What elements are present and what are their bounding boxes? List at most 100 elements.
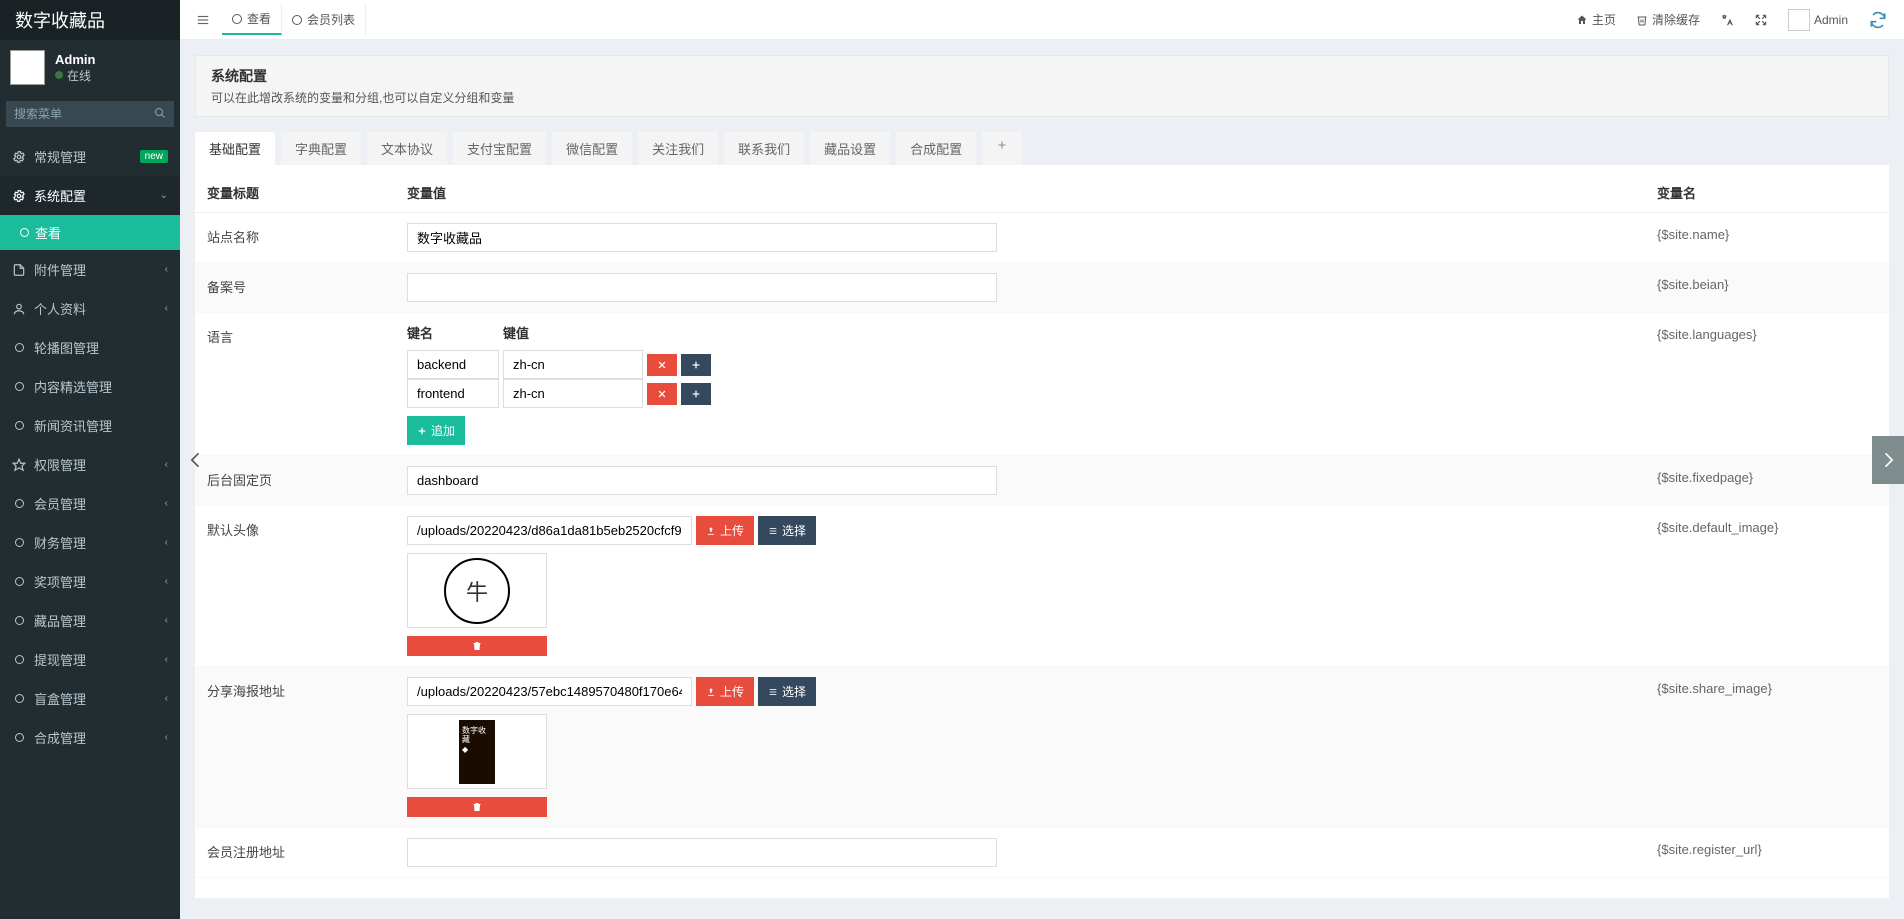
circle-icon [232,14,242,24]
sidebar-item-label: 轮播图管理 [34,338,99,357]
sidebar-item-0[interactable]: 常规管理new [0,137,180,176]
topbar: 查看会员列表 主页 清除缓存 Admin [180,0,1904,40]
sidebar-menu: 常规管理new系统配置⌄查看附件管理‹个人资料‹轮播图管理内容精选管理新闻资讯管… [0,137,180,757]
panel-title: 系统配置 [211,66,1873,86]
circ-icon [12,340,26,355]
default-image-input[interactable] [407,516,692,545]
language-icon[interactable] [1712,13,1742,27]
sync-icon[interactable] [1860,10,1896,30]
chevron-icon: ‹ [165,498,168,509]
config-tab-0[interactable]: 基础配置 [195,132,275,165]
config-tab-4[interactable]: 微信配置 [552,132,632,165]
config-tab-1[interactable]: 字典配置 [281,132,361,165]
next-arrow[interactable] [1872,436,1904,484]
config-tabs: 基础配置字典配置文本协议支付宝配置微信配置关注我们联系我们藏品设置合成配置 [195,132,1889,165]
hamburger-icon[interactable] [188,9,218,31]
sidebar-item-label: 权限管理 [34,455,86,474]
kv-row-1 [407,379,1307,408]
clear-cache-link[interactable]: 清除缓存 [1628,11,1708,28]
kv-value-input[interactable] [503,350,643,379]
register-url-input[interactable] [407,838,997,867]
submenu-item-0[interactable]: 查看 [0,215,180,250]
share-image-input[interactable] [407,677,692,706]
insert-kv-button[interactable] [681,354,711,376]
sidebar-item-2[interactable]: 附件管理‹ [0,250,180,289]
config-tab-3[interactable]: 支付宝配置 [453,132,546,165]
kv-row-0 [407,350,1307,379]
sidebar-item-5[interactable]: 内容精选管理 [0,367,180,406]
config-tab-7[interactable]: 藏品设置 [810,132,890,165]
sidebar-item-10[interactable]: 奖项管理‹ [0,562,180,601]
sidebar-item-label: 新闻资讯管理 [34,416,112,435]
kv-value-input[interactable] [503,379,643,408]
circ-icon [12,535,26,550]
config-tab-2[interactable]: 文本协议 [367,132,447,165]
sidebar-item-7[interactable]: 权限管理‹ [0,445,180,484]
site-name-input[interactable] [407,223,997,252]
row-beian: 备案号 {$site.beian} [195,263,1889,313]
fullscreen-icon[interactable] [1746,13,1776,27]
home-link[interactable]: 主页 [1568,11,1624,28]
sidebar-item-4[interactable]: 轮播图管理 [0,328,180,367]
top-tab-1[interactable]: 会员列表 [282,4,366,35]
config-tab-5[interactable]: 关注我们 [638,132,718,165]
insert-kv-button[interactable] [681,383,711,405]
config-tab-6[interactable]: 联系我们 [724,132,804,165]
content: 系统配置 可以在此增改系统的变量和分组,也可以自定义分组和变量 基础配置字典配置… [180,40,1904,919]
avatar [10,50,45,85]
sidebar-item-3[interactable]: 个人资料‹ [0,289,180,328]
sidebar-item-8[interactable]: 会员管理 ‹ [0,484,180,523]
col-title: 变量标题 [207,183,407,202]
sidebar-item-1[interactable]: 系统配置⌄ [0,176,180,215]
remove-kv-button[interactable] [647,383,677,405]
upload-button[interactable]: 上传 [696,516,754,545]
kv-key-input[interactable] [407,350,499,379]
circ-icon [12,691,26,706]
delete-share-image-button[interactable] [407,797,547,817]
user-icon [12,302,26,316]
choose-button-2[interactable]: 选择 [758,677,816,706]
col-value: 变量值 [407,183,1657,202]
cogs-icon [12,150,26,164]
chevron-icon: ‹ [165,537,168,548]
user-menu[interactable]: Admin [1780,9,1856,31]
sidebar-item-13[interactable]: 盲盒管理‹ [0,679,180,718]
sidebar-item-12[interactable]: 提现管理‹ [0,640,180,679]
file-icon [12,263,26,277]
cogs-icon [12,189,26,203]
prev-arrow[interactable] [180,436,212,484]
chevron-icon: ‹ [165,654,168,665]
chevron-icon: ⌄ [160,190,168,201]
upload-button-2[interactable]: 上传 [696,677,754,706]
sidebar-item-14[interactable]: 合成管理 ‹ [0,718,180,757]
search-input[interactable] [6,101,174,127]
remove-kv-button[interactable] [647,354,677,376]
sidebar-item-label: 附件管理 [34,260,86,279]
top-tab-0[interactable]: 查看 [222,4,282,35]
beian-input[interactable] [407,273,997,302]
main: 查看会员列表 主页 清除缓存 Admin [180,0,1904,919]
panel-desc: 可以在此增改系统的变量和分组,也可以自定义分组和变量 [211,89,1873,106]
add-tab-button[interactable] [982,132,1022,165]
sidebar-item-label: 会员管理 [34,494,86,513]
sidebar-item-label: 合成管理 [34,728,86,747]
delete-default-image-button[interactable] [407,636,547,656]
sidebar-item-label: 奖项管理 [34,572,86,591]
fixedpage-input[interactable] [407,466,997,495]
chevron-icon: ‹ [165,303,168,314]
choose-button[interactable]: 选择 [758,516,816,545]
circ-icon [12,613,26,628]
config-tab-8[interactable]: 合成配置 [896,132,976,165]
search-icon[interactable] [154,107,166,119]
sidebar-item-11[interactable]: 藏品管理‹ [0,601,180,640]
new-badge: new [140,150,168,163]
sidebar-item-6[interactable]: 新闻资讯管理 [0,406,180,445]
add-kv-button[interactable]: 追加 [407,416,465,445]
star-icon [12,458,26,472]
circle-icon [20,228,29,237]
circ-icon [12,574,26,589]
sidebar-item-9[interactable]: 财务管理‹ [0,523,180,562]
form-header: 变量标题 变量值 变量名 [195,165,1889,213]
kv-key-input[interactable] [407,379,499,408]
chevron-icon: ‹ [165,732,168,743]
